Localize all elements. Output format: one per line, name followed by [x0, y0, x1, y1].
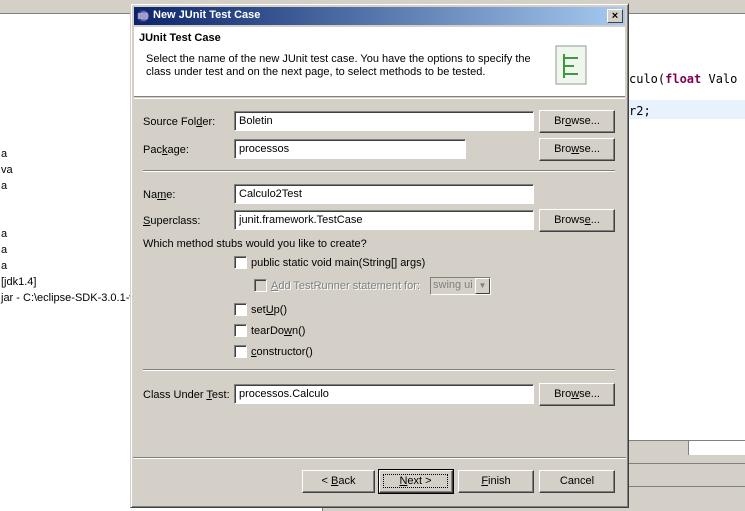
constructor-stub-checkbox[interactable] — [234, 345, 247, 358]
name-field[interactable]: Calculo2Test — [234, 184, 534, 204]
package-browse-button[interactable]: Browse... — [539, 138, 615, 161]
wizard-page-title: JUnit Test Case — [139, 32, 221, 44]
method-stubs-question: Which method stubs would you like to cre… — [143, 238, 367, 250]
wizard-header: JUnit Test Case Select the name of the n… — [134, 27, 625, 97]
code-editor[interactable]: culo(float Valo r2; — [628, 14, 745, 511]
finish-button[interactable]: Finish — [458, 470, 534, 493]
package-item[interactable]: [jdk1.4] — [1, 276, 36, 288]
chevron-down-icon[interactable]: ▼ — [475, 278, 490, 294]
package-item[interactable]: a — [1, 148, 7, 160]
class-under-test-label: Class Under Test: — [143, 389, 230, 401]
cancel-button[interactable]: Cancel — [539, 470, 615, 493]
testrunner-checkbox[interactable] — [254, 279, 267, 292]
package-explorer: a va a a a a [jdk1.4] jar - C:\eclipse-S… — [0, 14, 137, 511]
button-bar-separator — [133, 457, 626, 459]
dialog-title: New JUnit Test Case — [153, 9, 261, 21]
header-separator — [134, 98, 625, 99]
teardown-stub-label[interactable]: tearDown() — [251, 325, 305, 337]
code-line: r2; — [629, 104, 651, 118]
testrunner-type-select[interactable]: swing ui ▼ — [430, 277, 491, 295]
superclass-label: Superclass: — [143, 215, 201, 227]
dialog-titlebar[interactable]: New JUnit Test Case × — [134, 7, 625, 25]
close-icon[interactable]: × — [607, 9, 623, 23]
package-item[interactable]: a — [1, 180, 7, 192]
code-line: culo(float Valo — [629, 72, 738, 86]
superclass-browse-button[interactable]: Browse... — [539, 209, 615, 232]
teardown-stub-checkbox[interactable] — [234, 324, 247, 337]
new-junit-test-case-dialog: New JUnit Test Case × JUnit Test Case Se… — [130, 3, 629, 508]
package-item[interactable]: va — [1, 164, 13, 176]
name-label: Name: — [143, 189, 176, 201]
package-item[interactable]: a — [1, 228, 7, 240]
setup-stub-label[interactable]: setUp() — [251, 304, 287, 316]
section-separator — [143, 170, 615, 172]
eclipse-window-icon — [137, 10, 149, 22]
panel-divider — [628, 486, 745, 487]
class-under-test-field[interactable]: processos.Calculo — [234, 384, 534, 404]
back-button[interactable]: < Back — [302, 470, 375, 493]
package-item[interactable]: a — [1, 244, 7, 256]
ide-bottom-panel — [628, 440, 745, 511]
next-button[interactable]: Next > — [378, 469, 454, 494]
main-stub-label[interactable]: public static void main(String[] args) — [251, 257, 425, 269]
package-label: Package: — [143, 144, 189, 156]
source-folder-field[interactable]: Boletin — [234, 111, 534, 131]
source-folder-browse-button[interactable]: Browse... — [539, 110, 615, 133]
package-item[interactable]: a — [1, 260, 7, 272]
source-folder-label: Source Folder: — [143, 116, 216, 128]
package-item[interactable]: jar - C:\eclipse-SDK-3.0.1-w — [1, 292, 137, 304]
panel-divider — [628, 463, 745, 464]
wizard-page-description: Select the name of the new JUnit test ca… — [146, 53, 531, 78]
superclass-field[interactable]: junit.framework.TestCase — [234, 210, 534, 230]
testrunner-label: Add TestRunner statement for: — [271, 280, 420, 292]
package-field[interactable]: processos — [234, 139, 466, 159]
panel-tab[interactable] — [688, 441, 745, 455]
junit-testcase-wizard-icon — [555, 45, 587, 85]
class-under-test-browse-button[interactable]: Browse... — [539, 383, 615, 406]
main-stub-checkbox[interactable] — [234, 256, 247, 269]
constructor-stub-label[interactable]: constructor() — [251, 346, 313, 358]
section-separator — [143, 369, 615, 371]
setup-stub-checkbox[interactable] — [234, 303, 247, 316]
